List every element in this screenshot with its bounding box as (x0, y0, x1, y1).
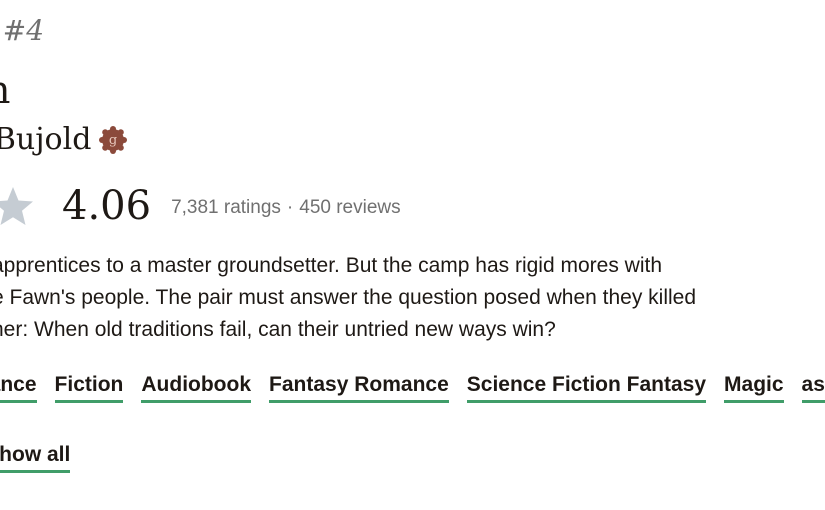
genre-tag-magic[interactable]: Magic (724, 373, 784, 403)
rating-row: 4.06 7,381 ratings · 450 reviews (0, 178, 401, 234)
genre-tag-audiobook[interactable]: Audiobook (141, 373, 252, 403)
genre-tag-science-fiction-fantasy[interactable]: Science Fiction Fantasy (466, 373, 707, 403)
star-icon (0, 181, 38, 231)
description-line: her: When old traditions fail, can their… (0, 318, 556, 341)
average-rating: 4.06 (62, 183, 152, 229)
svg-text:g: g (109, 133, 117, 148)
genre-tag-fantasy[interactable]: asy (801, 373, 825, 403)
description-line: apprentices to a master groundsetter. Bu… (0, 254, 663, 277)
reviews-count-link[interactable]: 450 reviews (299, 197, 400, 219)
ratings-count-link[interactable]: 7,381 ratings (171, 197, 281, 219)
book-details-page: ife #4 n r Bujold g (0, 0, 825, 510)
goodreads-author-icon: g (99, 125, 128, 154)
book-title: n (0, 66, 10, 114)
author-name-link[interactable]: r Bujold (0, 122, 91, 157)
show-all-genres-button[interactable]: ...show all (0, 443, 71, 473)
genre-tag-fantasy-romance[interactable]: Fantasy Romance (269, 373, 449, 403)
description-line: e Fawn's people. The pair must answer th… (0, 286, 697, 309)
author-row: r Bujold g (0, 122, 128, 157)
genre-tag-fiction[interactable]: Fiction (54, 373, 124, 403)
genres-list: mance Fiction Audiobook Fantasy Romance … (0, 373, 825, 473)
stats-separator: · (286, 197, 294, 218)
rating-stats: 7,381 ratings · 450 reviews (171, 193, 401, 219)
genre-tag-romance[interactable]: mance (0, 373, 37, 403)
series-link[interactable]: ife #4 (0, 14, 44, 47)
book-description: apprentices to a master groundsetter. Bu… (0, 250, 825, 346)
